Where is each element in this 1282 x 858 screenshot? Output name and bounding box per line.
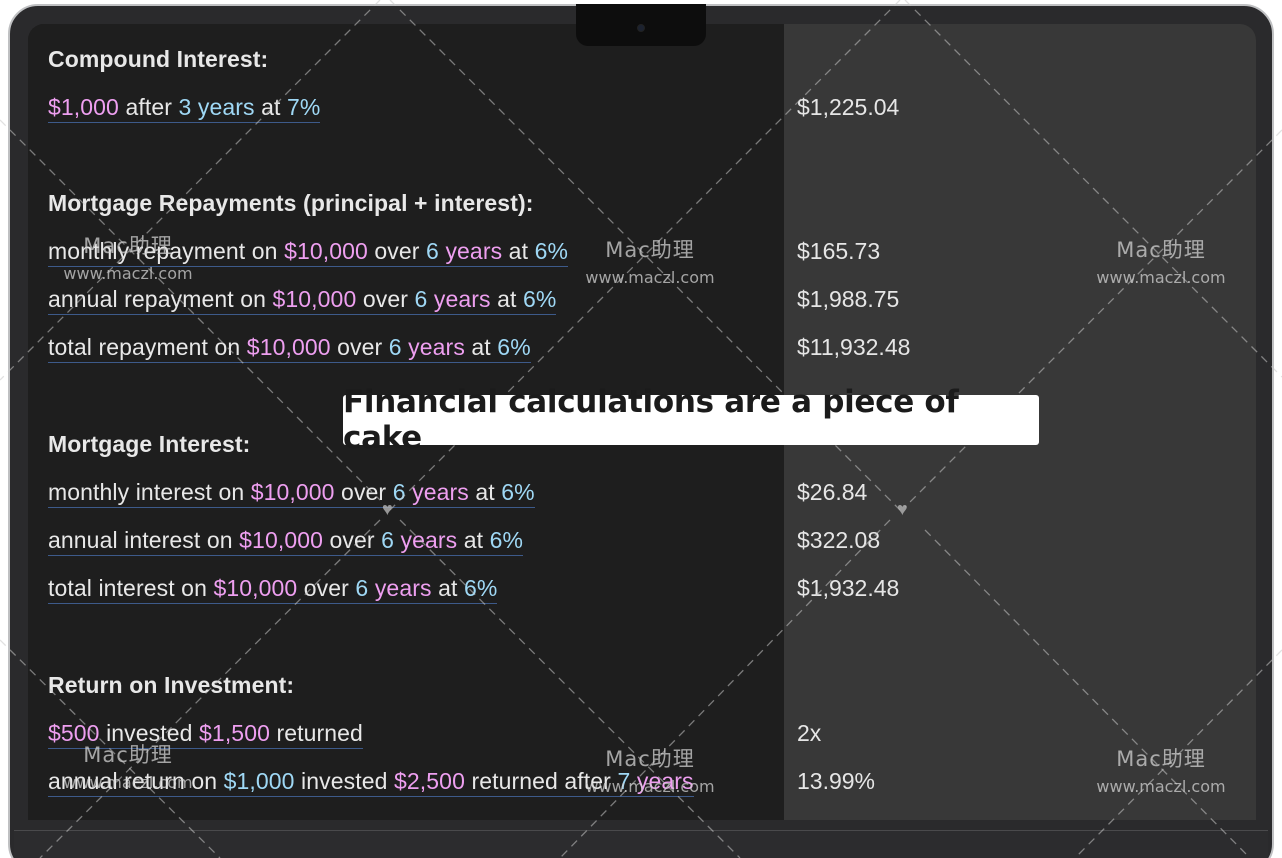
token-text: over bbox=[356, 286, 415, 312]
section-heading-compound: Compound Interest: bbox=[48, 46, 269, 72]
token-text: invested bbox=[99, 720, 200, 746]
result-value: $26.84 bbox=[797, 479, 868, 505]
token-unit: years bbox=[400, 527, 458, 553]
result-value: $1,988.75 bbox=[797, 286, 900, 312]
result-value: $165.73 bbox=[797, 238, 881, 264]
token-rate: 7% bbox=[287, 94, 321, 120]
token-amount: $10,000 bbox=[246, 334, 331, 360]
expression-line[interactable]: $500 invested $1,500 returned bbox=[48, 720, 363, 749]
token-text: annual return on bbox=[48, 768, 224, 794]
token-text: total interest on bbox=[48, 575, 214, 601]
token-text: at bbox=[502, 238, 535, 264]
result-value: 13.99% bbox=[797, 768, 876, 794]
token-text: at bbox=[464, 334, 498, 360]
token-number: 6 bbox=[426, 238, 439, 264]
token-rate: 6% bbox=[523, 286, 557, 312]
token-rate: 6% bbox=[489, 527, 524, 553]
token-number: 3 bbox=[178, 94, 192, 120]
token-text: at bbox=[457, 527, 490, 553]
token-unit: years bbox=[408, 334, 465, 360]
token-number: 6 bbox=[388, 334, 402, 360]
result-value: $1,225.04 bbox=[797, 94, 900, 120]
token-number: 6 bbox=[414, 286, 428, 312]
expression-line[interactable]: annual interest on $10,000 over 6 years … bbox=[48, 527, 524, 556]
token-number: 6 bbox=[392, 479, 406, 505]
section-heading-repayments: Mortgage Repayments (principal + interes… bbox=[48, 190, 534, 216]
token-text: at bbox=[431, 575, 464, 601]
token-amount: $10,000 bbox=[250, 479, 335, 505]
token-text: over bbox=[297, 575, 356, 601]
token-unit: years bbox=[433, 286, 491, 312]
token-amount: $10,000 bbox=[272, 286, 357, 312]
token-text: at bbox=[468, 479, 502, 505]
result-value: $1,932.48 bbox=[797, 575, 900, 601]
token-rate: 6% bbox=[501, 479, 535, 505]
token-text: monthly repayment on bbox=[48, 238, 285, 264]
expression-line[interactable]: annual return on $1,000 invested $2,500 … bbox=[48, 768, 694, 797]
caption-text: Financial calculations are a piece of ca… bbox=[343, 384, 959, 456]
token-amount: $500 bbox=[48, 720, 100, 746]
result-value: $322.08 bbox=[797, 527, 881, 553]
token-text: annual interest on bbox=[48, 527, 240, 553]
token-text: invested bbox=[294, 768, 395, 794]
token-text: at bbox=[490, 286, 523, 312]
result-value: 2x bbox=[797, 720, 822, 746]
expression-line[interactable]: monthly interest on $10,000 over 6 years… bbox=[48, 479, 535, 508]
expression-line[interactable]: total interest on $10,000 over 6 years a… bbox=[48, 575, 498, 604]
token-amount: $2,500 bbox=[394, 768, 465, 794]
token-rate: 6% bbox=[497, 334, 531, 360]
token-text: over bbox=[330, 334, 389, 360]
expression-line[interactable]: $1,000 after 3 years at 7% bbox=[48, 94, 321, 123]
camera-notch bbox=[576, 4, 706, 46]
section-heading-roi: Return on Investment: bbox=[48, 672, 295, 698]
token-rate: 6% bbox=[534, 238, 569, 264]
section-heading-interest: Mortgage Interest: bbox=[48, 431, 251, 457]
token-amount: $10,000 bbox=[239, 527, 323, 553]
token-unit: years bbox=[374, 575, 432, 601]
token-text: annual repayment on bbox=[48, 286, 273, 312]
token-amount: $10,000 bbox=[213, 575, 298, 601]
token-amount: $10,000 bbox=[284, 238, 368, 264]
token-text: at bbox=[254, 94, 287, 120]
token-number: 6 bbox=[355, 575, 369, 601]
expression-line[interactable]: annual repayment on $10,000 over 6 years… bbox=[48, 286, 557, 315]
token-unit: years bbox=[412, 479, 469, 505]
token-text: returned bbox=[269, 720, 363, 746]
token-text: monthly interest on bbox=[48, 479, 251, 505]
expression-line[interactable]: monthly repayment on $10,000 over 6 year… bbox=[48, 238, 569, 267]
token-unit: years bbox=[445, 238, 503, 264]
expression-line[interactable]: total repayment on $10,000 over 6 years … bbox=[48, 334, 531, 363]
token-unit: years bbox=[636, 768, 694, 794]
laptop-bottom-bezel bbox=[0, 818, 1282, 858]
token-amount: $1,000 bbox=[48, 94, 119, 120]
token-text: after bbox=[118, 94, 179, 120]
heart-icon: ♥ bbox=[382, 499, 393, 519]
camera-icon bbox=[637, 24, 645, 32]
caption-banner: Financial calculations are a piece of ca… bbox=[343, 384, 1039, 456]
token-text: total repayment on bbox=[48, 334, 247, 360]
token-amount: $1,500 bbox=[199, 720, 270, 746]
token-number: 6 bbox=[381, 527, 395, 553]
token-text: returned after bbox=[464, 768, 618, 794]
token-text: over bbox=[367, 238, 427, 264]
token-amount: $1,000 bbox=[223, 768, 295, 794]
token-rate: 6% bbox=[463, 575, 498, 601]
bezel-bar bbox=[14, 830, 1268, 858]
token-text: over bbox=[323, 527, 382, 553]
token-unit: years bbox=[197, 94, 255, 120]
result-value: $11,932.48 bbox=[797, 334, 911, 360]
heart-icon: ♥ bbox=[897, 499, 908, 519]
token-number: 7 bbox=[617, 768, 631, 794]
